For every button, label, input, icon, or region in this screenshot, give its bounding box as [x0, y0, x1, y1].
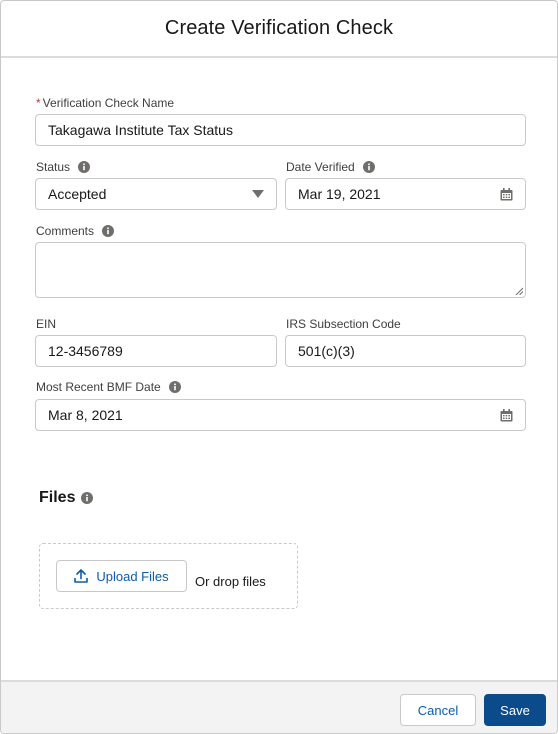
drop-files-text: Or drop files	[195, 574, 266, 589]
calendar-icon[interactable]	[500, 187, 513, 201]
info-icon[interactable]	[362, 161, 375, 173]
comments-label: Comments	[36, 224, 115, 238]
bmf-date-label-text: Most Recent BMF Date	[36, 380, 161, 394]
info-icon[interactable]	[78, 161, 91, 173]
info-icon[interactable]	[168, 381, 181, 393]
date-verified-value: Mar 19, 2021	[298, 186, 381, 202]
status-value: Accepted	[48, 186, 107, 202]
irs-code-value: 501(c)(3)	[298, 343, 355, 359]
comments-label-text: Comments	[36, 224, 95, 238]
status-label-text: Status	[36, 160, 71, 174]
ein-label-text: EIN	[36, 317, 57, 331]
name-label: * Verification Check Name	[36, 96, 174, 110]
files-section-title: Files	[39, 489, 94, 507]
calendar-icon[interactable]	[500, 408, 513, 422]
name-label-text: Verification Check Name	[42, 96, 175, 110]
modal-title: Create Verification Check	[164, 17, 394, 39]
modal-footer: Cancel Save	[1, 680, 557, 733]
upload-files-button[interactable]: Upload Files	[56, 560, 187, 592]
status-select[interactable]: Accepted	[35, 178, 277, 210]
info-icon[interactable]	[102, 225, 115, 237]
bmf-date-label: Most Recent BMF Date	[36, 380, 181, 394]
upload-files-label: Upload Files	[96, 568, 169, 584]
bmf-date-value: Mar 8, 2021	[48, 407, 123, 423]
file-dropzone[interactable]: Upload Files Or drop files	[39, 543, 298, 609]
modal-header: Create Verification Check	[1, 1, 557, 58]
create-verification-check-modal: Create Verification Check * Verification …	[0, 0, 558, 734]
irs-code-label: IRS Subsection Code	[286, 317, 401, 331]
upload-icon	[74, 569, 89, 583]
cancel-button[interactable]: Cancel	[400, 694, 476, 726]
ein-label: EIN	[36, 317, 56, 331]
bmf-date-input[interactable]: Mar 8, 2021	[35, 399, 526, 431]
resize-handle-icon[interactable]	[515, 287, 523, 295]
files-title-text: Files	[39, 489, 76, 506]
ein-input[interactable]: 12-3456789	[35, 335, 277, 367]
save-button[interactable]: Save	[484, 694, 546, 726]
status-label: Status	[36, 160, 91, 174]
irs-code-label-text: IRS Subsection Code	[286, 317, 401, 331]
info-icon[interactable]	[81, 492, 94, 504]
name-input[interactable]: Takagawa Institute Tax Status	[35, 114, 526, 146]
date-verified-input[interactable]: Mar 19, 2021	[285, 178, 526, 210]
required-marker: *	[36, 96, 41, 110]
irs-code-input[interactable]: 501(c)(3)	[285, 335, 526, 367]
date-verified-label-text: Date Verified	[286, 160, 355, 174]
ein-value: 12-3456789	[48, 343, 123, 359]
date-verified-label: Date Verified	[286, 160, 375, 174]
name-value: Takagawa Institute Tax Status	[48, 122, 233, 138]
chevron-down-icon	[252, 190, 264, 198]
comments-textarea[interactable]	[35, 242, 526, 298]
